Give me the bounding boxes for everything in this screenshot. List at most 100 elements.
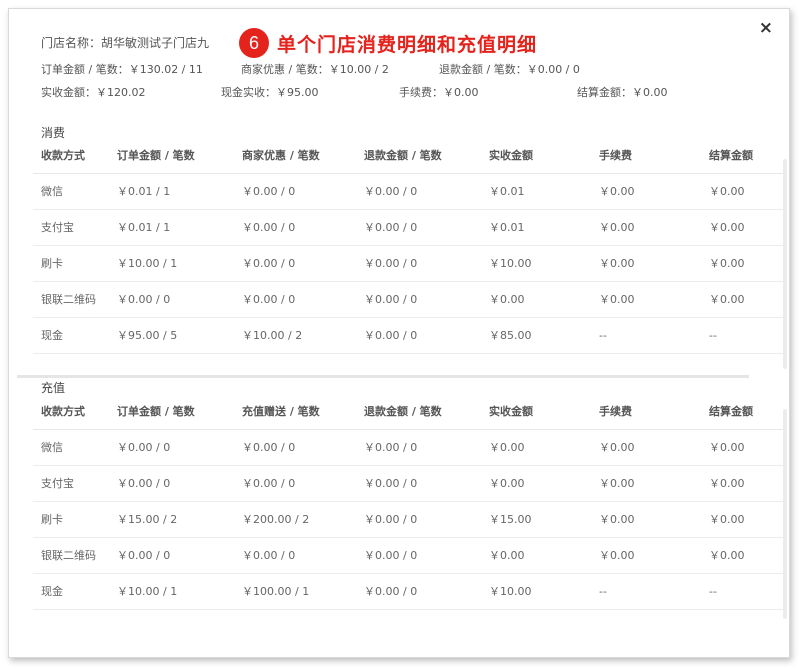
table-cell: 刷卡: [33, 501, 109, 538]
table-cell: ￥100.00 / 1: [234, 573, 356, 610]
table-cell: ￥0.00: [591, 537, 701, 574]
table-cell: ￥95.00 / 5: [109, 317, 234, 354]
summary-cash-received: 现金实收：￥95.00: [221, 86, 319, 99]
table-cell: ￥0.00 / 0: [234, 245, 356, 282]
table-cell: ￥0.01: [481, 209, 591, 246]
table-header-row: 收款方式 订单金额 / 笔数 商家优惠 / 笔数 退款金额 / 笔数 实收金额 …: [33, 137, 783, 174]
table-cell: 支付宝: [33, 465, 109, 502]
column-header: 结算金额: [701, 137, 783, 174]
table-cell: ￥0.00 / 0: [109, 465, 234, 502]
table-cell: ￥0.00 / 0: [234, 281, 356, 318]
column-header: 收款方式: [33, 393, 109, 430]
table-cell: ￥0.00 / 0: [356, 245, 481, 282]
section-divider: [17, 375, 749, 378]
table-row: 微信 ￥0.00 / 0 ￥0.00 / 0 ￥0.00 / 0 ￥0.00 ￥…: [33, 429, 783, 466]
scrollbar[interactable]: [783, 159, 787, 369]
table-row: 刷卡 ￥15.00 / 2 ￥200.00 / 2 ￥0.00 / 0 ￥15.…: [33, 501, 783, 538]
table-cell: 支付宝: [33, 209, 109, 246]
table-cell: ￥0.00: [701, 281, 783, 318]
table-cell: ￥0.00: [591, 281, 701, 318]
column-header: 手续费: [591, 393, 701, 430]
table-cell: 银联二维码: [33, 537, 109, 574]
column-header: 订单金额 / 笔数: [109, 393, 234, 430]
column-header: 实收金额: [481, 137, 591, 174]
scrollbar[interactable]: [783, 409, 787, 619]
table-cell: 微信: [33, 429, 109, 466]
table-cell: ￥0.00: [591, 501, 701, 538]
close-icon[interactable]: ×: [759, 19, 773, 37]
table-cell: ￥0.00 / 0: [234, 465, 356, 502]
table-row: 现金 ￥10.00 / 1 ￥100.00 / 1 ￥0.00 / 0 ￥10.…: [33, 573, 783, 610]
summary-refund: 退款金额 / 笔数：￥0.00 / 0: [439, 63, 580, 76]
table-cell: ￥10.00 / 1: [109, 573, 234, 610]
table-row: 现金 ￥95.00 / 5 ￥10.00 / 2 ￥0.00 / 0 ￥85.0…: [33, 317, 783, 354]
table-cell: 刷卡: [33, 245, 109, 282]
table-row: 银联二维码 ￥0.00 / 0 ￥0.00 / 0 ￥0.00 / 0 ￥0.0…: [33, 281, 783, 318]
table-cell: 微信: [33, 173, 109, 210]
column-header: 手续费: [591, 137, 701, 174]
table-cell: --: [701, 573, 783, 610]
table-cell: ￥200.00 / 2: [234, 501, 356, 538]
column-header: 退款金额 / 笔数: [356, 393, 481, 430]
column-header: 充值赠送 / 笔数: [234, 393, 356, 430]
table-row: 银联二维码 ￥0.00 / 0 ￥0.00 / 0 ￥0.00 / 0 ￥0.0…: [33, 537, 783, 574]
table-cell: 现金: [33, 573, 109, 610]
recharge-table: 收款方式 订单金额 / 笔数 充值赠送 / 笔数 退款金额 / 笔数 实收金额 …: [33, 393, 783, 610]
table-cell: ￥0.00: [481, 281, 591, 318]
table-cell: ￥0.01 / 1: [109, 209, 234, 246]
table-cell: ￥0.01 / 1: [109, 173, 234, 210]
table-cell: ￥0.00 / 0: [356, 501, 481, 538]
table-cell: ￥10.00 / 1: [109, 245, 234, 282]
table-cell: ￥0.00: [481, 465, 591, 502]
table-cell: ￥0.00 / 0: [356, 281, 481, 318]
column-header: 商家优惠 / 笔数: [234, 137, 356, 174]
table-cell: ￥10.00: [481, 573, 591, 610]
table-cell: ￥15.00 / 2: [109, 501, 234, 538]
column-header: 结算金额: [701, 393, 783, 430]
column-header: 退款金额 / 笔数: [356, 137, 481, 174]
table-cell: ￥0.00 / 0: [234, 429, 356, 466]
table-row: 支付宝 ￥0.00 / 0 ￥0.00 / 0 ￥0.00 / 0 ￥0.00 …: [33, 465, 783, 502]
table-cell: ￥0.00: [591, 245, 701, 282]
table-cell: ￥10.00: [481, 245, 591, 282]
table-cell: ￥0.00: [481, 429, 591, 466]
table-cell: ￥0.00 / 0: [356, 465, 481, 502]
table-cell: ￥0.00 / 0: [356, 317, 481, 354]
table-cell: --: [591, 573, 701, 610]
column-header: 收款方式: [33, 137, 109, 174]
table-cell: ￥0.00 / 0: [356, 209, 481, 246]
table-cell: ￥0.00: [701, 501, 783, 538]
table-row: 微信 ￥0.01 / 1 ￥0.00 / 0 ￥0.00 / 0 ￥0.01 ￥…: [33, 173, 783, 210]
table-cell: ￥0.00: [591, 465, 701, 502]
table-cell: ￥0.00: [701, 537, 783, 574]
table-cell: ￥0.00: [591, 429, 701, 466]
table-cell: ￥0.00 / 0: [109, 429, 234, 466]
table-cell: --: [591, 317, 701, 354]
table-cell: ￥0.00 / 0: [356, 429, 481, 466]
table-cell: ￥10.00 / 2: [234, 317, 356, 354]
table-header-row: 收款方式 订单金额 / 笔数 充值赠送 / 笔数 退款金额 / 笔数 实收金额 …: [33, 393, 783, 430]
table-cell: ￥0.00 / 0: [109, 281, 234, 318]
table-row: 支付宝 ￥0.01 / 1 ￥0.00 / 0 ￥0.00 / 0 ￥0.01 …: [33, 209, 783, 246]
table-cell: ￥0.00 / 0: [234, 537, 356, 574]
summary-settlement: 结算金额：￥0.00: [577, 86, 668, 99]
column-header: 实收金额: [481, 393, 591, 430]
table-cell: ￥0.00 / 0: [356, 573, 481, 610]
table-cell: 现金: [33, 317, 109, 354]
table-cell: ￥0.00 / 0: [234, 209, 356, 246]
table-cell: ￥0.00: [701, 245, 783, 282]
table-cell: ￥0.00: [701, 429, 783, 466]
table-row: 刷卡 ￥10.00 / 1 ￥0.00 / 0 ￥0.00 / 0 ￥10.00…: [33, 245, 783, 282]
table-cell: --: [701, 317, 783, 354]
table-cell: ￥0.00 / 0: [356, 537, 481, 574]
step-number-badge: 6: [239, 28, 269, 58]
table-cell: ￥0.00: [591, 173, 701, 210]
table-cell: 银联二维码: [33, 281, 109, 318]
table-cell: ￥0.00: [701, 465, 783, 502]
column-header: 订单金额 / 笔数: [109, 137, 234, 174]
table-cell: ￥0.00 / 0: [234, 173, 356, 210]
table-cell: ￥0.00 / 0: [109, 537, 234, 574]
summary-merchant-discount: 商家优惠 / 笔数：￥10.00 / 2: [241, 63, 389, 76]
table-cell: ￥0.00 / 0: [356, 173, 481, 210]
store-name: 门店名称：胡华敏测试子门店九: [41, 36, 210, 50]
